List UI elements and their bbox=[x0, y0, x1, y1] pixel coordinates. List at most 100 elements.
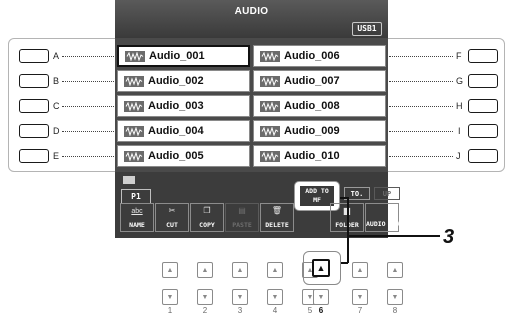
side-label-a: A bbox=[53, 51, 60, 61]
audio-waveform-icon bbox=[260, 150, 280, 162]
side-label-h: H bbox=[456, 101, 463, 111]
panel-up-button-3[interactable]: ▲ bbox=[232, 262, 248, 278]
paste-button[interactable]: ▤ PASTE bbox=[225, 203, 259, 232]
leader-line bbox=[62, 106, 114, 107]
trash-icon: 🗑 bbox=[271, 206, 283, 215]
file-name: Audio_008 bbox=[284, 100, 340, 112]
audio-waveform-icon bbox=[260, 75, 280, 87]
file-cell-d[interactable]: Audio_004 bbox=[117, 120, 250, 142]
panel-number: 1 bbox=[167, 306, 173, 315]
triangle-up-icon: ▲ bbox=[166, 266, 174, 274]
cut-button[interactable]: ✂ CUT bbox=[155, 203, 189, 232]
triangle-down-icon: ▼ bbox=[317, 293, 325, 301]
triangle-up-icon: ▲ bbox=[356, 266, 364, 274]
side-label-j: J bbox=[456, 151, 461, 161]
paste-label: PASTE bbox=[232, 221, 252, 229]
panel-down-button-3[interactable]: ▼ bbox=[232, 289, 248, 305]
side-label-b: B bbox=[53, 76, 60, 86]
file-cell-g[interactable]: Audio_007 bbox=[253, 70, 386, 92]
leader-line bbox=[389, 131, 453, 132]
triangle-up-icon: ▲ bbox=[201, 266, 209, 274]
audio-waveform-icon bbox=[260, 100, 280, 112]
cut-label: CUT bbox=[166, 221, 178, 229]
page-indicator[interactable]: P1 bbox=[121, 189, 151, 204]
file-name: Audio_003 bbox=[148, 100, 204, 112]
panel-down-button-8[interactable]: ▼ bbox=[387, 289, 403, 305]
panel-down-button-4[interactable]: ▼ bbox=[267, 289, 283, 305]
panel-up-button-4[interactable]: ▲ bbox=[267, 262, 283, 278]
file-name: Audio_002 bbox=[148, 75, 204, 87]
audio-play-button[interactable]: AUDIO PLAY bbox=[365, 203, 405, 232]
side-label-i: I bbox=[458, 126, 461, 136]
panel-up-button-2[interactable]: ▲ bbox=[197, 262, 213, 278]
panel-number: 7 bbox=[357, 306, 363, 315]
screen-title: AUDIO bbox=[234, 6, 269, 17]
file-name: Audio_007 bbox=[284, 75, 340, 87]
panel-number: 4 bbox=[272, 306, 278, 315]
panel-number: 8 bbox=[392, 306, 398, 315]
file-cell-j[interactable]: Audio_010 bbox=[253, 145, 386, 167]
audio-waveform-icon bbox=[124, 150, 144, 162]
name-button[interactable]: abc NAME bbox=[120, 203, 154, 232]
up-button[interactable]: UP bbox=[374, 187, 400, 200]
file-cell-b[interactable]: Audio_002 bbox=[117, 70, 250, 92]
side-button-d[interactable] bbox=[19, 124, 49, 138]
file-name: Audio_001 bbox=[149, 50, 205, 62]
panel-down-button-6[interactable]: ▼ bbox=[313, 289, 329, 305]
side-button-c[interactable] bbox=[19, 99, 49, 113]
side-button-b[interactable] bbox=[19, 74, 49, 88]
copy-icon: ❐ bbox=[203, 206, 211, 215]
copy-button[interactable]: ❐ COPY bbox=[190, 203, 224, 232]
file-name: Audio_009 bbox=[284, 125, 340, 137]
triangle-up-icon: ▲ bbox=[316, 262, 326, 273]
triangle-down-icon: ▼ bbox=[271, 293, 279, 301]
side-button-a[interactable] bbox=[19, 49, 49, 63]
rename-icon: abc bbox=[121, 206, 153, 216]
drive-tab-usb1[interactable]: USB1 bbox=[352, 22, 382, 36]
leader-line bbox=[389, 106, 453, 107]
side-button-f[interactable] bbox=[468, 49, 498, 63]
audio-waveform-icon bbox=[124, 125, 144, 137]
audio-waveform-icon bbox=[124, 75, 144, 87]
panel-number: 2 bbox=[202, 306, 208, 315]
side-button-g[interactable] bbox=[468, 74, 498, 88]
panel-down-button-2[interactable]: ▼ bbox=[197, 289, 213, 305]
file-name: Audio_005 bbox=[148, 150, 204, 162]
side-button-e[interactable] bbox=[19, 149, 49, 163]
side-button-h[interactable] bbox=[468, 99, 498, 113]
delete-button[interactable]: 🗑 DELETE bbox=[260, 203, 294, 232]
panel-up-button-6[interactable]: ▲ bbox=[312, 259, 330, 277]
callout-line bbox=[340, 262, 348, 264]
triangle-down-icon: ▼ bbox=[166, 293, 174, 301]
file-name: Audio_004 bbox=[148, 125, 204, 137]
file-cell-h[interactable]: Audio_008 bbox=[253, 95, 386, 117]
panel-up-button-7[interactable]: ▲ bbox=[352, 262, 368, 278]
side-label-c: C bbox=[53, 101, 60, 111]
panel-up-button-8[interactable]: ▲ bbox=[387, 262, 403, 278]
file-cell-c[interactable]: Audio_003 bbox=[117, 95, 250, 117]
panel-down-button-7[interactable]: ▼ bbox=[352, 289, 368, 305]
file-cell-i[interactable]: Audio_009 bbox=[253, 120, 386, 142]
file-cell-f[interactable]: Audio_006 bbox=[253, 45, 386, 67]
scissors-icon: ✂ bbox=[168, 206, 176, 215]
triangle-up-icon: ▲ bbox=[271, 266, 279, 274]
name-label: NAME bbox=[129, 221, 145, 229]
add-to-mf-label: ADD TO MF bbox=[300, 186, 334, 206]
audio-waveform-icon bbox=[260, 50, 280, 62]
leader-line bbox=[389, 81, 453, 82]
side-button-j[interactable] bbox=[468, 149, 498, 163]
panel-up-button-1[interactable]: ▲ bbox=[162, 262, 178, 278]
leader-line bbox=[62, 131, 114, 132]
triangle-down-icon: ▼ bbox=[356, 293, 364, 301]
leader-line bbox=[389, 56, 453, 57]
leader-line bbox=[62, 56, 114, 57]
audio-waveform-icon bbox=[125, 50, 145, 62]
callout-line bbox=[347, 197, 349, 263]
panel-down-button-1[interactable]: ▼ bbox=[162, 289, 178, 305]
triangle-down-icon: ▼ bbox=[236, 293, 244, 301]
side-button-i[interactable] bbox=[468, 124, 498, 138]
file-cell-e[interactable]: Audio_005 bbox=[117, 145, 250, 167]
side-label-e: E bbox=[53, 151, 60, 161]
file-cell-a[interactable]: Audio_001 bbox=[117, 45, 250, 67]
side-label-f: F bbox=[456, 51, 462, 61]
